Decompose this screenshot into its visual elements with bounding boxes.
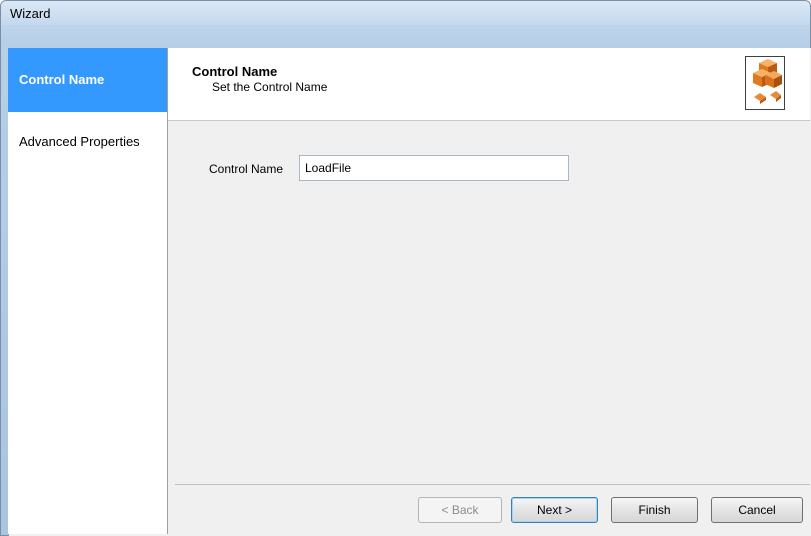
wizard-steps-sidebar: Control Name Advanced Properties	[8, 48, 168, 534]
title-bar[interactable]: Wizard	[1, 1, 810, 25]
control-name-label: Control Name	[209, 162, 284, 176]
orange-blocks-icon	[745, 56, 785, 110]
cancel-button[interactable]: Cancel	[711, 497, 803, 523]
step-header: Control Name Set the Control Name	[168, 48, 810, 121]
next-button[interactable]: Next >	[511, 497, 598, 523]
back-button[interactable]: < Back	[418, 497, 502, 523]
step-title: Control Name	[192, 64, 278, 79]
sidebar-item-control-name[interactable]: Control Name	[8, 48, 167, 112]
footer-divider	[175, 484, 810, 485]
sidebar-item-advanced-properties[interactable]: Advanced Properties	[8, 132, 167, 152]
window-title: Wizard	[10, 6, 51, 21]
step-subtitle: Set the Control Name	[212, 80, 328, 94]
finish-button[interactable]: Finish	[611, 497, 698, 523]
control-name-input[interactable]	[299, 155, 569, 181]
